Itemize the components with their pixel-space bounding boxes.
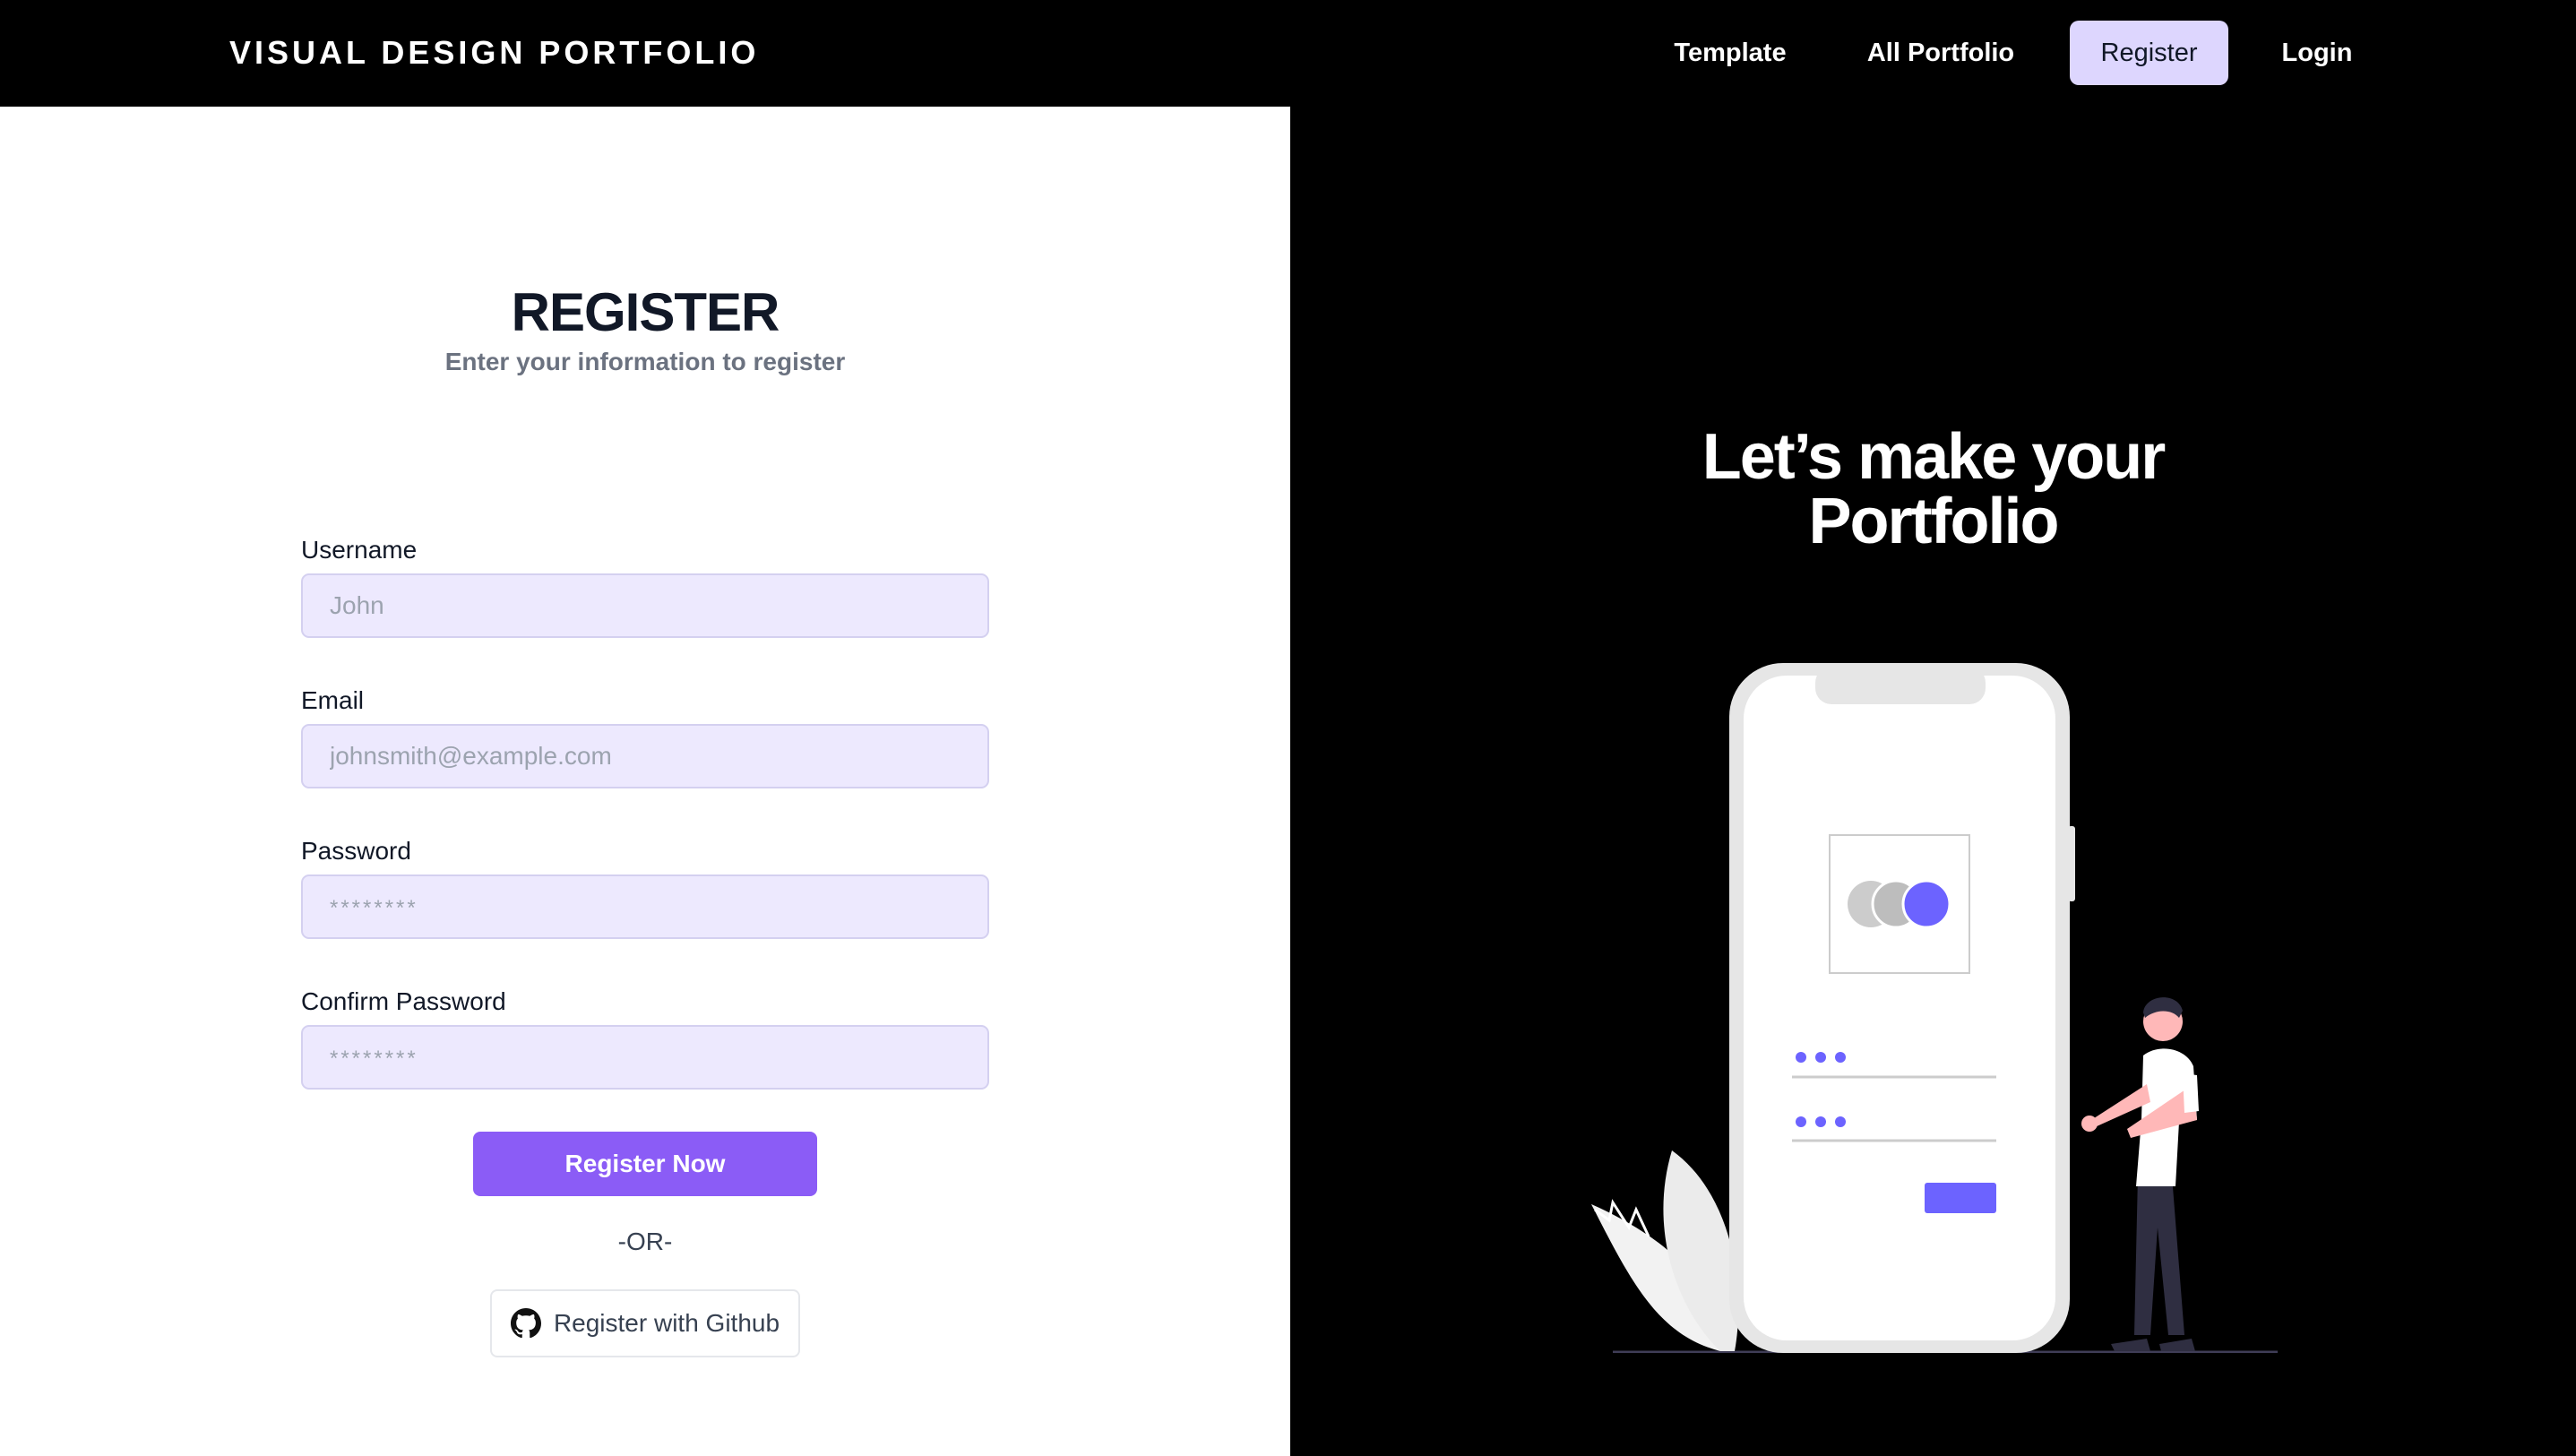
email-label: Email: [301, 686, 365, 714]
email-input[interactable]: [301, 724, 989, 788]
hero-title-line-2: Portfolio: [1808, 486, 2060, 557]
github-button-label: Register with Github: [553, 1309, 780, 1337]
github-icon: [510, 1308, 541, 1339]
nav-link-all-portfolio[interactable]: All Portfolio: [1851, 21, 2030, 85]
hero-title-line-1: Let’s make your: [1702, 421, 2167, 493]
nav-link-register[interactable]: Register: [2070, 21, 2228, 85]
confirm-password-input[interactable]: [301, 1025, 989, 1090]
brand-logo-text[interactable]: VISUAL DESIGN PORTFOLIO: [229, 34, 759, 72]
phone-icon: [1729, 663, 2075, 1353]
hero-title: Let’s make your Portfolio: [1290, 425, 2576, 554]
or-divider-text: -OR-: [617, 1228, 673, 1255]
person-icon: [2081, 997, 2199, 1351]
form-title: REGISTER: [511, 282, 780, 342]
password-input[interactable]: [301, 874, 989, 939]
phone-login-illustration: [1591, 663, 2278, 1353]
register-with-github-button[interactable]: Register with Github: [490, 1289, 800, 1357]
register-now-button[interactable]: Register Now: [473, 1132, 817, 1196]
username-label: Username: [301, 536, 418, 564]
top-navbar: VISUAL DESIGN PORTFOLIO Template All Por…: [0, 0, 2576, 107]
form-subtitle: Enter your information to register: [444, 348, 846, 375]
nav-link-login[interactable]: Login: [2258, 21, 2376, 85]
confirm-password-label: Confirm Password: [301, 987, 506, 1015]
password-label: Password: [301, 837, 411, 865]
plant-icon: [1591, 1150, 1739, 1351]
username-input[interactable]: [301, 573, 989, 638]
nav-link-template[interactable]: Template: [1654, 21, 1806, 85]
